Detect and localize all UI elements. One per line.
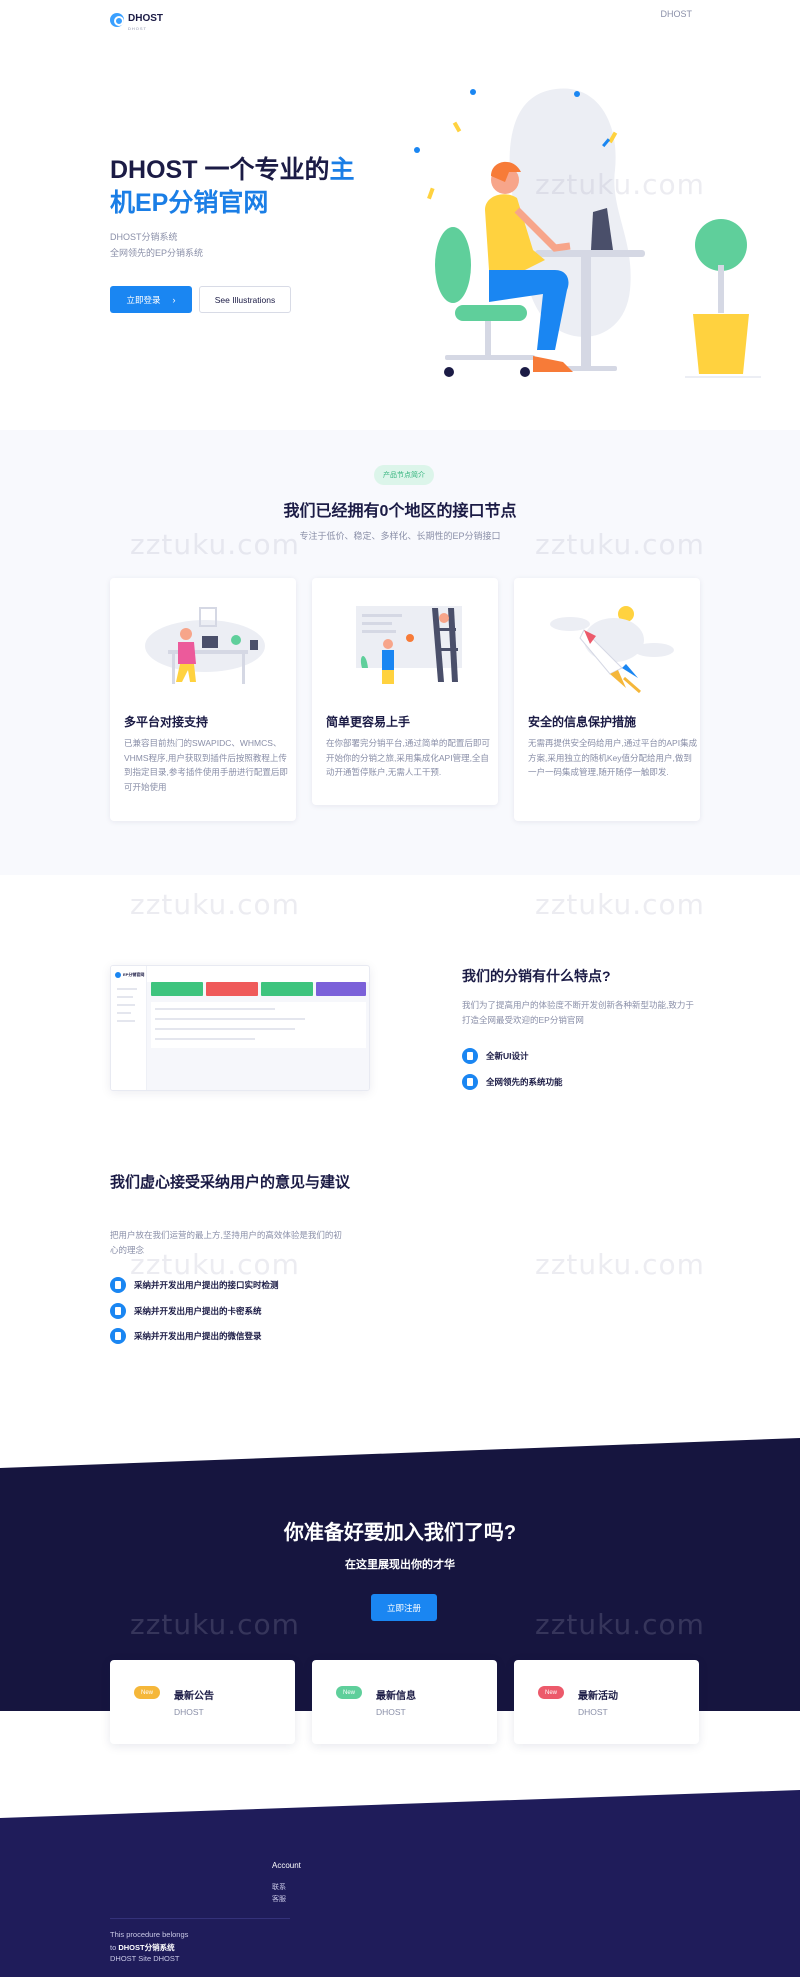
feature-bullet-label: 全新UI设计 <box>486 1051 529 1061</box>
card-title: 多平台对接支持 <box>124 715 209 729</box>
watermark: zztuku.com <box>130 1608 300 1641</box>
watermark: zztuku.com <box>130 528 300 561</box>
watermark: zztuku.com <box>130 1248 300 1281</box>
news-subtitle: DHOST <box>578 1707 608 1717</box>
news-title: 最新公告 <box>174 1691 214 1702</box>
hero-illustration <box>414 88 761 378</box>
feedback-bullet-label: 采纳并开发出用户提出的卡密系统 <box>134 1306 262 1316</box>
footer-account-heading: Account <box>272 1861 301 1870</box>
feature-bullet-label: 全网领先的系统功能 <box>486 1077 563 1087</box>
whiteboard-illustration <box>356 606 462 684</box>
features-description: 我们为了提高用户的体验度不断开发创新各种新型功能,致力于打造全网最受欢迎的EP分… <box>462 1000 694 1025</box>
register-button[interactable]: 立即注册 <box>371 1594 437 1621</box>
document-icon <box>110 1303 126 1319</box>
new-badge: New <box>538 1686 564 1699</box>
feedback-bullet-label: 采纳并开发出用户提出的微信登录 <box>134 1331 262 1341</box>
dashboard-screenshot: EP分销官网 <box>110 965 370 1091</box>
nodes-pill-badge: 产品节点简介 <box>374 465 434 485</box>
news-subtitle: DHOST <box>174 1707 204 1717</box>
document-icon <box>110 1277 126 1293</box>
card-description: 无需再提供安全码给用户,通过平台的API集成方案,采用独立的随机Key值分配给用… <box>528 738 698 777</box>
features-title: 我们的分销有什么特点? <box>462 968 611 984</box>
news-subtitle: DHOST <box>376 1707 406 1717</box>
feature-card-easy: 简单更容易上手 在你部署完分销平台,通过简单的配置后即可开始你的分销之旅,采用集… <box>312 578 498 805</box>
logo-subtext: DHOST <box>128 26 147 31</box>
new-badge: New <box>336 1686 362 1699</box>
document-icon <box>462 1048 478 1064</box>
nodes-title: 我们已经拥有0个地区的接口节点 <box>283 503 517 520</box>
document-icon <box>110 1328 126 1344</box>
footer-link-contact[interactable]: 联系 <box>272 1882 286 1892</box>
footer-divider <box>110 1918 290 1919</box>
hero-title-highlight: 主 <box>329 156 355 184</box>
watermark: zztuku.com <box>130 888 300 921</box>
watermark: zztuku.com <box>535 1608 705 1641</box>
logo-icon <box>110 12 124 27</box>
cta-subtitle: 在这里展现出你的才华 <box>345 1559 455 1571</box>
rocket-illustration <box>550 606 674 694</box>
footer-link-support[interactable]: 客服 <box>272 1894 286 1904</box>
mock-brand: EP分销官网 <box>123 972 145 977</box>
desk-illustration <box>145 607 265 684</box>
feedback-bullet: 采纳并开发出用户提出的卡密系统 <box>110 1303 262 1319</box>
card-title: 简单更容易上手 <box>326 715 411 729</box>
news-card-info[interactable]: New 最新信息 DHOST <box>312 1660 497 1744</box>
nav-brand-link[interactable]: DHOST <box>661 9 693 19</box>
cta-title: 你准备好要加入我们了吗? <box>283 1522 517 1544</box>
document-icon <box>462 1074 478 1090</box>
feature-card-security: 安全的信息保护措施 无需再提供安全码给用户,通过平台的API集成方案,采用独立的… <box>514 578 700 821</box>
see-illustrations-button[interactable]: See Illustrations <box>199 286 291 313</box>
hero-subtitle: DHOST分销系统 全网领先的EP分销系统 <box>110 229 203 261</box>
news-title: 最新活动 <box>578 1691 618 1702</box>
footer-note-line1: This procedure belongs <box>110 1930 189 1939</box>
watermark: zztuku.com <box>535 168 705 201</box>
logo-text: DHOST <box>128 13 163 24</box>
feature-card-multiplatform: 多平台对接支持 已兼容目前热门的SWAPIDC、WHMCS、VHMS程序,用户获… <box>110 578 296 821</box>
watermark: zztuku.com <box>535 528 705 561</box>
footer-note-brand[interactable]: DHOST分销系统 <box>118 1943 174 1952</box>
card-title: 安全的信息保护措施 <box>528 715 637 729</box>
feature-bullet: 全网领先的系统功能 <box>462 1074 563 1090</box>
card-description: 在你部署完分销平台,通过简单的配置后即可开始你的分销之旅,采用集成化API管理,… <box>326 738 490 777</box>
news-card-events[interactable]: New 最新活动 DHOST <box>514 1660 699 1744</box>
news-card-announcement[interactable]: New 最新公告 DHOST <box>110 1660 295 1744</box>
news-title: 最新信息 <box>376 1691 416 1702</box>
hero-title-highlight-line2: 机EP分销官网 <box>110 189 269 217</box>
hero-subtitle-line1: DHOST分销系统 <box>110 232 178 242</box>
site-logo[interactable]: DHOST DHOST <box>110 8 163 31</box>
hero-title-part: DHOST 一个专业的 <box>110 156 330 184</box>
feedback-title: 我们虚心接受采纳用户的意见与建议 <box>110 1174 351 1191</box>
card-description: 已兼容目前热门的SWAPIDC、WHMCS、VHMS程序,用户获取到插件后按照教… <box>124 738 288 792</box>
watermark: zztuku.com <box>535 1248 705 1281</box>
login-button[interactable]: 立即登录 › <box>110 286 192 313</box>
hero-title: DHOST 一个专业的主 机EP分销官网 <box>110 154 370 220</box>
hero-subtitle-line2: 全网领先的EP分销系统 <box>110 248 204 258</box>
watermark: zztuku.com <box>535 888 705 921</box>
feedback-bullet: 采纳并开发出用户提出的微信登录 <box>110 1328 262 1344</box>
footer-note-line2: to DHOST分销系统 <box>110 1942 175 1953</box>
login-button-label: 立即登录 <box>126 294 161 305</box>
new-badge: New <box>134 1686 160 1699</box>
chevron-right-icon: › <box>172 294 176 305</box>
footer-note-line3: DHOST Site DHOST <box>110 1954 180 1963</box>
feature-bullet: 全新UI设计 <box>462 1048 529 1064</box>
